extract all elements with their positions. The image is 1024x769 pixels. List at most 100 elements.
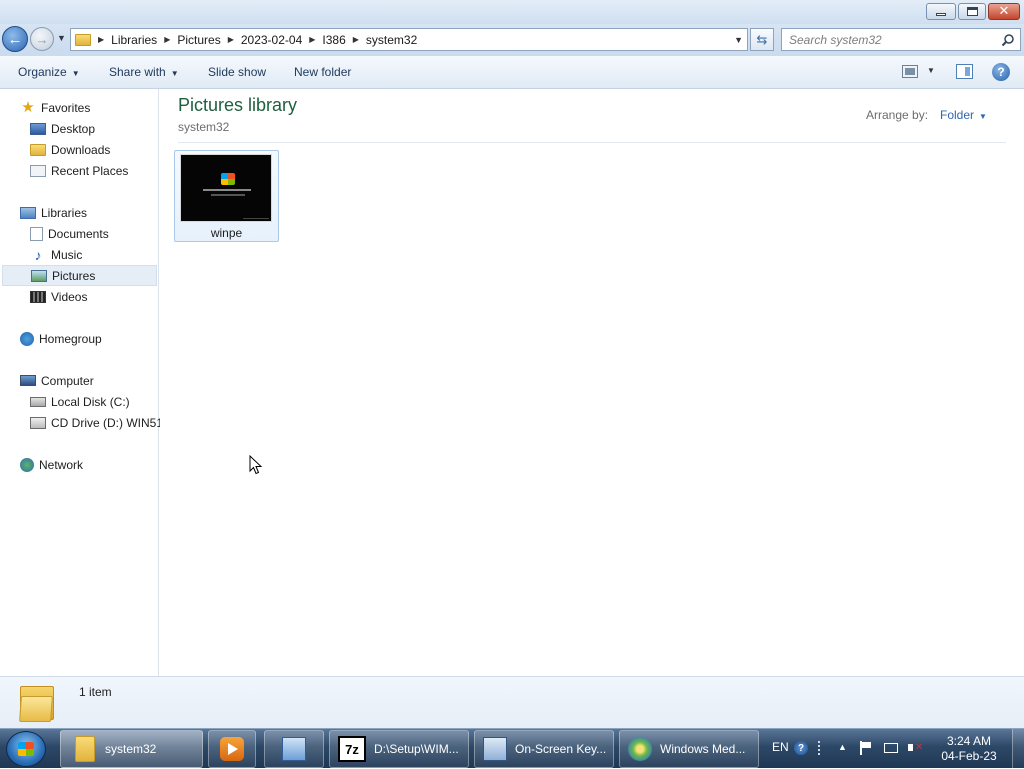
recent-places-icon (30, 164, 46, 177)
nav-videos[interactable]: Videos (30, 286, 87, 307)
system-tray: EN ? ▲ 3:24 AM 04-Feb-23 (764, 729, 1024, 769)
breadcrumb-system32[interactable]: system32 (366, 33, 417, 47)
show-desktop-button[interactable] (1012, 729, 1024, 769)
taskbar-7zip[interactable]: 7z D:\Setup\WIM... (329, 730, 469, 768)
search-input[interactable] (789, 32, 999, 47)
keyboard-icon (483, 737, 507, 761)
thumbnail-text-line (243, 218, 269, 219)
search-icon[interactable] (1001, 33, 1015, 47)
preview-pane-icon[interactable] (956, 64, 973, 79)
clock-time: 3:24 AM (946, 734, 992, 748)
downloads-folder-icon (30, 143, 46, 156)
nav-label: Favorites (41, 100, 91, 115)
nav-label: Documents (48, 226, 109, 241)
nav-label: CD Drive (D:) WIN51 (51, 415, 164, 430)
nav-local-disk[interactable]: Local Disk (C:) (30, 391, 130, 412)
close-button[interactable]: ✕ (988, 3, 1020, 20)
nav-favorites[interactable]: ★ Favorites (20, 97, 90, 118)
nav-desktop[interactable]: Desktop (30, 118, 95, 139)
address-dropdown-icon[interactable]: ▼ (734, 35, 743, 45)
volume-muted-icon[interactable] (908, 741, 923, 755)
back-arrow-icon: ← (7, 30, 23, 48)
file-item[interactable]: winpe (174, 150, 279, 242)
nav-label: Desktop (51, 121, 96, 136)
breadcrumb-separator-icon[interactable]: ▶ (164, 35, 170, 44)
breadcrumb-separator-icon[interactable]: ▶ (98, 35, 104, 44)
minimize-icon (936, 13, 946, 16)
nav-computer[interactable]: Computer (20, 370, 94, 391)
network-activity-icon[interactable] (818, 741, 832, 755)
slide-show-button[interactable]: Slide show (208, 65, 266, 79)
back-button[interactable]: ← (2, 26, 28, 52)
taskbar-explorer-system32[interactable]: system32 (60, 730, 203, 768)
nav-libraries[interactable]: Libraries (20, 202, 87, 223)
share-with-button[interactable]: Share with ▼ (109, 65, 179, 79)
nav-label: Computer (41, 373, 94, 388)
organize-button[interactable]: Organize ▼ (18, 65, 80, 79)
clock-date: 04-Feb-23 (941, 749, 997, 763)
taskbar: system32 7z D:\Setup\WIM... On-Screen Ke… (0, 728, 1024, 769)
image-thumbnail (180, 154, 272, 222)
nav-music[interactable]: ♪ Music (30, 244, 83, 265)
breadcrumb-separator-icon[interactable]: ▶ (353, 35, 359, 44)
media-player-icon (220, 737, 244, 761)
pictures-icon (31, 269, 47, 282)
nav-homegroup[interactable]: Homegroup (20, 328, 102, 349)
nav-label: Local Disk (C:) (51, 394, 130, 409)
task-label: system32 (105, 742, 157, 756)
address-box[interactable]: ▶ Libraries ▶ Pictures ▶ 2023-02-04 ▶ I3… (70, 28, 748, 51)
change-view-icon[interactable] (902, 65, 918, 78)
refresh-icon: ⇆ (756, 31, 768, 47)
nav-cd-drive[interactable]: CD Drive (D:) WIN51 (30, 412, 163, 433)
maximize-button[interactable] (958, 3, 986, 20)
breadcrumb-separator-icon[interactable]: ▶ (228, 35, 234, 44)
nav-pictures[interactable]: Pictures (2, 265, 157, 286)
address-bar-row: ← → ▼ ▶ Libraries ▶ Pictures ▶ 2023-02-0… (0, 24, 1024, 56)
chevron-up-icon[interactable]: ▲ (838, 742, 852, 756)
nav-label: Pictures (52, 268, 96, 283)
start-button[interactable] (6, 731, 46, 767)
thumbnail-text-line (211, 194, 245, 196)
nav-documents[interactable]: Documents (30, 223, 109, 244)
recent-pages-dropdown[interactable]: ▼ (57, 33, 66, 43)
window-title-bar[interactable]: ✕ (0, 0, 1024, 24)
nav-label: Libraries (41, 205, 88, 220)
taskbar-control-panel[interactable] (264, 730, 324, 768)
windows-logo-icon (221, 173, 235, 185)
windows-logo-icon (18, 742, 34, 756)
breadcrumb-separator-icon[interactable]: ▶ (309, 35, 315, 44)
minimize-button[interactable] (926, 3, 956, 20)
folder-icon (75, 736, 95, 762)
view-options-dropdown-icon[interactable]: ▼ (927, 66, 935, 75)
search-box[interactable] (781, 28, 1021, 51)
nav-recent-places[interactable]: Recent Places (30, 160, 128, 181)
library-subtitle: system32 (178, 120, 230, 134)
help-icon[interactable]: ? (794, 741, 808, 755)
arrange-by-dropdown[interactable]: Folder ▼ (940, 108, 987, 122)
breadcrumb-date-folder[interactable]: 2023-02-04 (241, 33, 302, 47)
breadcrumb-pictures[interactable]: Pictures (177, 33, 220, 47)
forward-button[interactable]: → (30, 27, 54, 51)
mouse-pointer-icon (249, 455, 263, 475)
taskbar-on-screen-keyboard[interactable]: On-Screen Key... (474, 730, 614, 768)
nav-downloads[interactable]: Downloads (30, 139, 110, 160)
breadcrumb-libraries[interactable]: Libraries (111, 33, 157, 47)
nav-label: Homegroup (39, 331, 102, 346)
display-icon[interactable] (884, 743, 898, 753)
action-center-flag-icon[interactable] (860, 741, 874, 755)
taskbar-media-player[interactable] (208, 730, 256, 768)
clock[interactable]: 3:24 AM 04-Feb-23 (938, 734, 1000, 764)
help-icon[interactable]: ? (992, 63, 1010, 81)
computer-icon (20, 375, 36, 386)
arrange-by-value: Folder (940, 108, 975, 122)
nav-network[interactable]: Network (20, 454, 83, 475)
breadcrumb-i386[interactable]: I386 (322, 33, 345, 47)
language-indicator[interactable]: EN (772, 740, 789, 754)
taskbar-windows-media[interactable]: Windows Med... (619, 730, 759, 768)
hard-disk-icon (30, 396, 46, 407)
refresh-button[interactable]: ⇆ (750, 28, 774, 51)
file-list-pane[interactable]: Pictures library system32 Arrange by: Fo… (160, 89, 1024, 676)
organize-label: Organize (18, 65, 67, 79)
new-folder-button[interactable]: New folder (294, 65, 351, 79)
item-count: 1 item (79, 685, 112, 699)
